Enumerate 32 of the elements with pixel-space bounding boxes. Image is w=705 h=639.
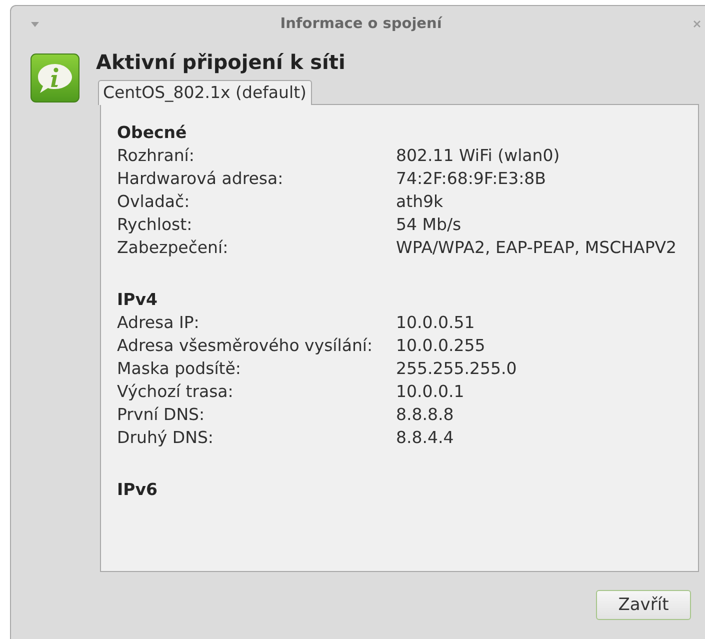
field-value: 8.8.4.4 <box>396 427 454 449</box>
field-value: 255.255.255.0 <box>396 358 517 380</box>
field-label: Rozhraní: <box>117 145 196 167</box>
field-value: 74:2F:68:9F:E3:8B <box>396 168 546 190</box>
section-heading: Obecné <box>117 122 188 144</box>
close-button[interactable]: Zavřít <box>596 590 691 620</box>
field-label: Druhý DNS: <box>117 427 214 449</box>
field-value: 10.0.0.255 <box>396 335 486 357</box>
field-value: 54 Mb/s <box>396 214 462 236</box>
field-label: Výchozí trasa: <box>117 381 234 403</box>
field-label: Maska podsítě: <box>117 358 242 380</box>
field-label: Rychlost: <box>117 214 194 236</box>
window-title: Informace o spojení <box>279 16 444 32</box>
field-label: Ovladač: <box>117 191 191 213</box>
dialog-heading: Aktivní připojení k síti <box>96 50 346 74</box>
field-value: ath9k <box>396 191 444 213</box>
field-label: První DNS: <box>117 404 206 426</box>
field-label: Adresa IP: <box>117 312 200 334</box>
field-value: 802.11 WiFi (wlan0) <box>396 145 560 167</box>
field-label: Adresa všesměrového vysílání: <box>117 335 374 357</box>
section-heading: IPv4 <box>117 289 158 311</box>
field-value: 8.8.8.8 <box>396 404 454 426</box>
info-icon <box>30 53 80 103</box>
field-value: 10.0.0.1 <box>396 381 464 403</box>
field-value: WPA/WPA2, EAP-PEAP, MSCHAPV2 <box>396 237 677 259</box>
field-value: 10.0.0.51 <box>396 312 475 334</box>
dropdown-arrow-icon[interactable] <box>31 22 39 26</box>
close-icon[interactable] <box>693 20 701 28</box>
connection-tab[interactable]: CentOS_802.1x (default) <box>98 80 312 105</box>
field-label: Hardwarová adresa: <box>117 168 284 190</box>
section-heading: IPv6 <box>117 479 158 501</box>
field-label: Zabezpečení: <box>117 237 230 259</box>
